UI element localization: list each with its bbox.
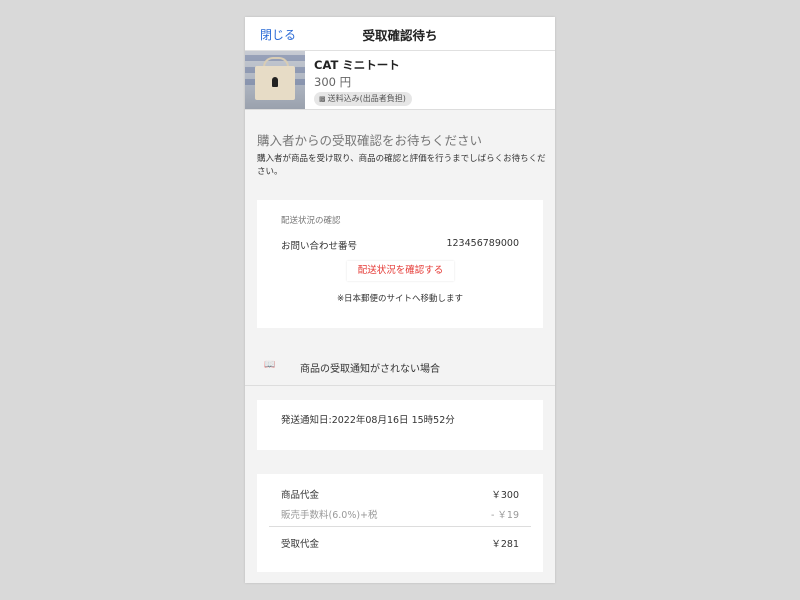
- truck-icon: ▩: [319, 95, 326, 103]
- delivery-status-card: 配送状況の確認 お問い合わせ番号 123456789000 配送状況を確認する …: [257, 200, 543, 328]
- app-screen: 閉じる 受取確認待ち CAT ミニトート 300 円 ▩ 送料込み(出品者負担) …: [245, 17, 555, 583]
- page-title: 受取確認待ち: [362, 28, 438, 43]
- receive-amount-value: ￥281: [491, 539, 519, 550]
- item-price-label: 商品代金: [281, 490, 320, 501]
- shipping-badge-label: 送料込み(出品者負担): [327, 94, 406, 103]
- check-delivery-button[interactable]: 配送状況を確認する: [347, 261, 454, 281]
- price-divider: [269, 526, 531, 527]
- shipping-notice-card: 発送通知日:2022年08月16日 15時52分: [257, 400, 543, 450]
- price-breakdown-card: 商品代金 ￥300 販売手数料(6.0%)+税 - ￥19 受取代金 ￥281: [257, 474, 543, 572]
- item-name: CAT ミニトート: [314, 58, 400, 72]
- shipping-badge: ▩ 送料込み(出品者負担): [314, 92, 412, 106]
- cat-icon: [272, 77, 278, 87]
- book-icon: 📖: [264, 360, 276, 370]
- navigation-bar: 閉じる 受取確認待ち: [245, 17, 555, 51]
- item-price: 300 円: [314, 75, 352, 89]
- delivery-section-label: 配送状況の確認: [281, 216, 341, 226]
- status-description: 購入者が商品を受け取り、商品の確認と評価を行うまでしばらくお待ちください。: [257, 154, 546, 177]
- external-site-note: ※日本郵便のサイトへ移動します: [336, 294, 464, 304]
- receive-amount-label: 受取代金: [281, 539, 320, 550]
- item-summary[interactable]: CAT ミニトート 300 円 ▩ 送料込み(出品者負担): [245, 51, 555, 110]
- item-thumbnail: [245, 51, 305, 109]
- inquiry-number-value: 123456789000: [446, 238, 519, 249]
- status-heading: 購入者からの受取確認をお待ちください: [257, 133, 483, 148]
- fee-label: 販売手数料(6.0%)+税: [281, 510, 378, 521]
- fee-value: - ￥19: [490, 510, 519, 521]
- item-price-value: ￥300: [491, 490, 519, 501]
- help-not-received-label: 商品の受取通知がされない場合: [300, 364, 440, 375]
- help-not-received-row[interactable]: 📖 商品の受取通知がされない場合: [245, 350, 555, 386]
- inquiry-number-label: お問い合わせ番号: [281, 241, 358, 252]
- shipping-notice-date: 発送通知日:2022年08月16日 15時52分: [281, 415, 455, 426]
